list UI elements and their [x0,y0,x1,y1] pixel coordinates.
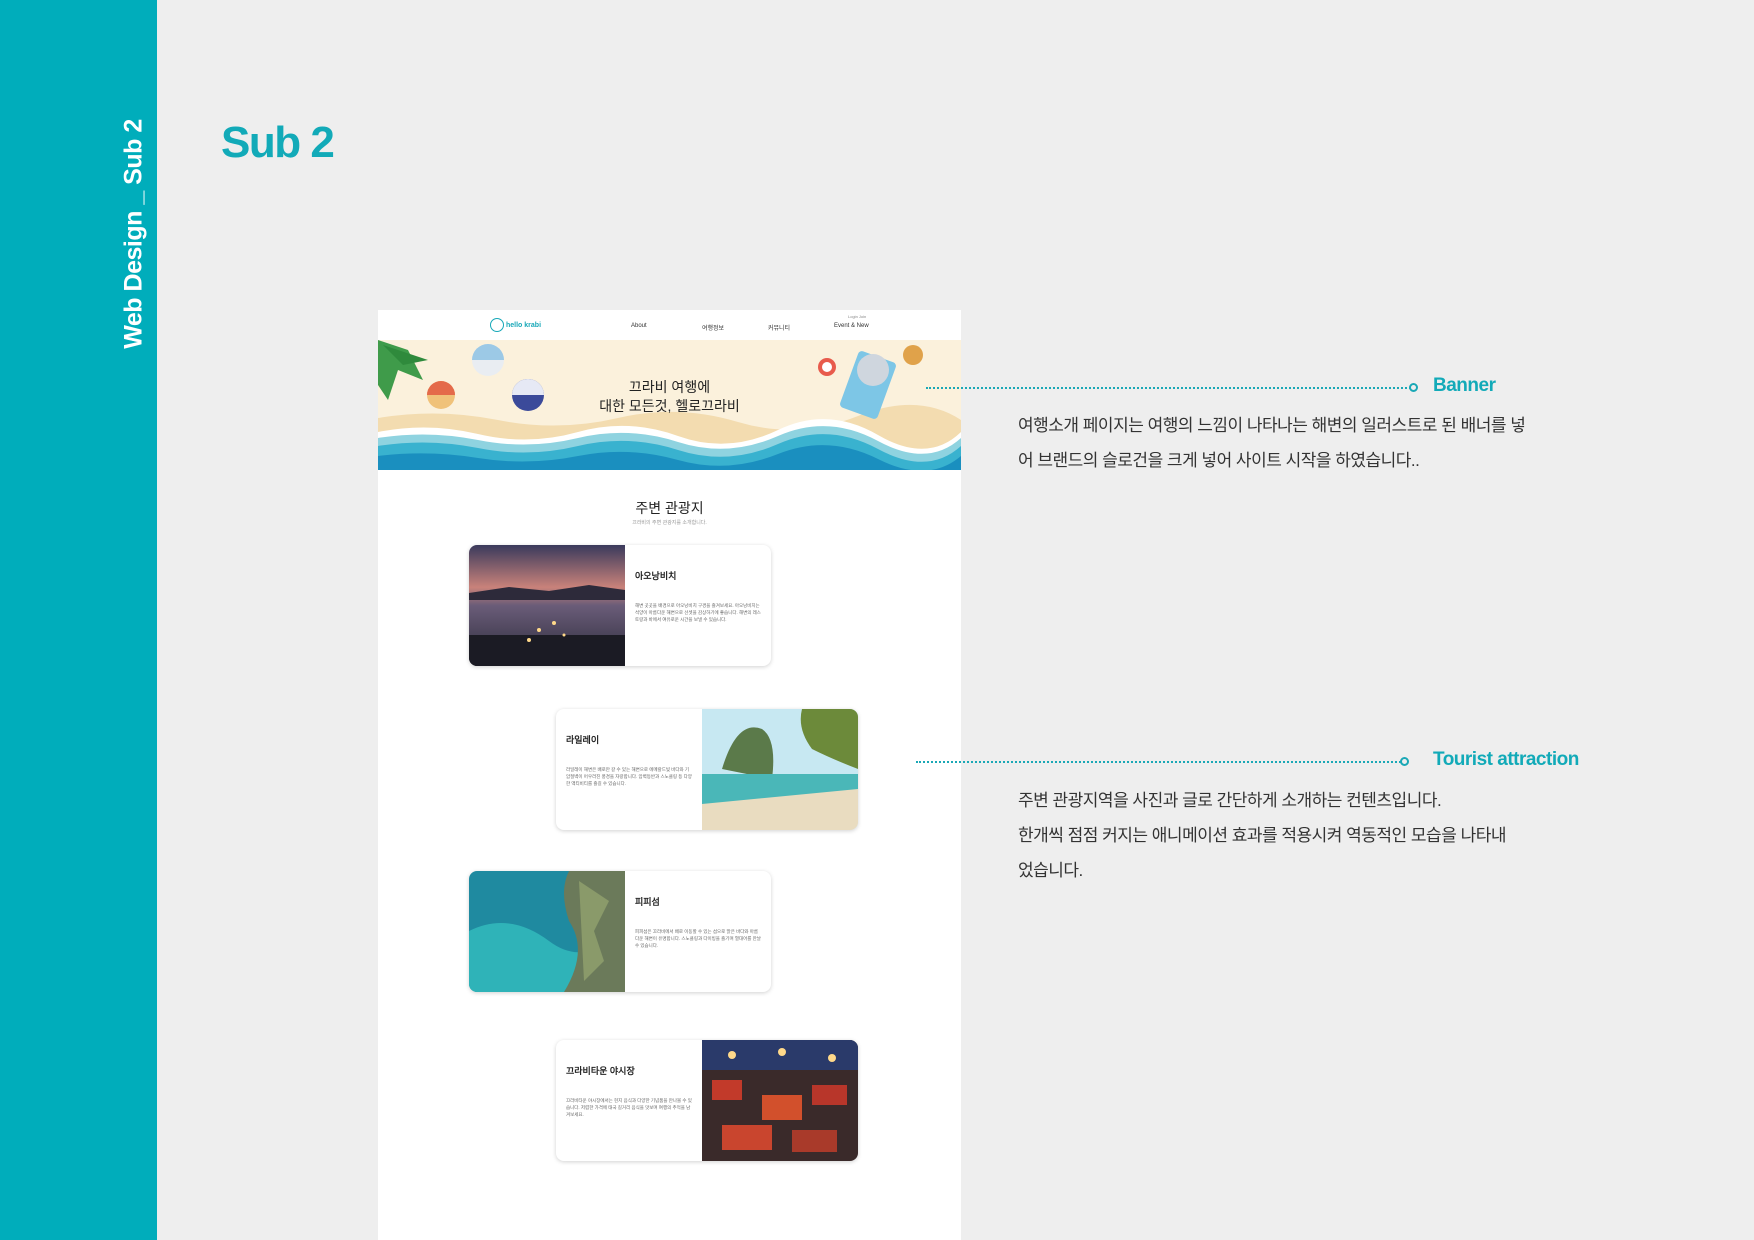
nav-item-about[interactable]: About [631,323,647,329]
attraction-card-night-market[interactable]: 끄라비타운 야시장 끄라비타운 야시장에서는 현지 음식과 다양한 기념품을 만… [556,1040,858,1161]
sidebar-title: Web Design _ Sub 2 [119,119,148,349]
banner-slogan: 끄라비 여행에 대한 모든것, 헬로끄라비 [378,378,961,416]
attraction-card-railay[interactable]: 라일레이 라일레이 해변은 배로만 갈 수 있는 해변으로 에메랄드빛 바다와 … [556,709,858,830]
phiphi-island-photo [469,871,625,992]
attractions-subtitle: 끄라비의 주변 관광지를 소개합니다. [632,520,707,526]
card-description: 라일레이 해변은 배로만 갈 수 있는 해변으로 에메랄드빛 바다와 기암절벽이… [566,767,692,786]
login-join-link[interactable]: Login Join [848,314,866,319]
tourist-annotation-line: 주변 관광지역을 사진과 글로 간단하게 소개하는 컨텐츠입니다. [1018,791,1442,810]
attraction-card-phiphi[interactable]: 피피섬 피피섬은 끄라비에서 배로 이동할 수 있는 섬으로 맑은 바다와 아름… [469,871,771,992]
banner-annotation-line: 여행소개 페이지는 여행의 느낌이 나타나는 해변의 일러스트로 된 배너를 넣 [1018,416,1526,435]
aonang-text: 아오낭비치 해변 곳곳을 배경으로 아오낭비치 구경을 즐겨보세요. 아오낭비치… [625,545,771,666]
tourist-annotation-label: Tourist attraction [1433,749,1579,770]
railay-beach-photo [702,709,858,830]
card-title: 끄라비타운 야시장 [566,1066,635,1076]
banner-leader-dot [1409,383,1418,392]
tourist-annotation-line: 한개씩 점점 커지는 애니메이션 효과를 적용시켜 역동적인 모습을 나타내 [1018,826,1506,845]
attractions-title: 주변 관광지 [635,500,704,516]
night-market-photo [702,1040,858,1161]
tourist-leader-line [916,761,1404,763]
aonang-beach-photo [469,545,625,666]
card-description: 끄라비타운 야시장에서는 현지 음식과 다양한 기념품을 만나볼 수 있습니다.… [566,1098,692,1117]
banner-annotation-text: 여행소개 페이지는 여행의 느낌이 나타나는 해변의 일러스트로 된 배너를 넣… [1018,408,1578,478]
night-market-text: 끄라비타운 야시장 끄라비타운 야시장에서는 현지 음식과 다양한 기념품을 만… [556,1040,702,1161]
nav-item-community[interactable]: 커뮤니티 [768,323,790,332]
logo-icon [490,318,504,332]
mockup-nav-bar: hello krabi About 여행정보 커뮤니티 Event & New … [378,310,961,340]
phiphi-text: 피피섬 피피섬은 끄라비에서 배로 이동할 수 있는 섬으로 맑은 바다와 아름… [625,871,771,992]
mockup-banner: 끄라비 여행에 대한 모든것, 헬로끄라비 [378,340,961,470]
website-mockup: hello krabi About 여행정보 커뮤니티 Event & New … [378,310,961,1240]
page-title: Sub 2 [221,118,335,167]
attraction-card-aonang[interactable]: 아오낭비치 해변 곳곳을 배경으로 아오낭비치 구경을 즐겨보세요. 아오낭비치… [469,545,771,666]
tourist-leader-dot [1400,757,1409,766]
card-description: 피피섬은 끄라비에서 배로 이동할 수 있는 섬으로 맑은 바다와 아름다운 해… [635,929,761,948]
banner-slogan-line1: 끄라비 여행에 [628,379,711,395]
card-title: 피피섬 [635,897,660,907]
logo-text: hello krabi [506,321,542,329]
sidebar-band: Web Design _ Sub 2 [0,0,157,1240]
nav-item-travel-info[interactable]: 여행정보 [702,323,724,332]
banner-leader-line [926,387,1411,389]
banner-slogan-line2: 대한 모든것, 헬로끄라비 [599,398,740,414]
card-title: 아오낭비치 [635,571,677,581]
railay-text: 라일레이 라일레이 해변은 배로만 갈 수 있는 해변으로 에메랄드빛 바다와 … [556,709,702,830]
banner-annotation-line: 어 브랜드의 슬로건을 크게 넣어 사이트 시작을 하였습니다.. [1018,451,1420,470]
tourist-annotation-text: 주변 관광지역을 사진과 글로 간단하게 소개하는 컨텐츠입니다. 한개씩 점점… [1018,783,1578,888]
banner-annotation-label: Banner [1433,375,1496,396]
nav-item-event[interactable]: Event & New [834,323,869,329]
mockup-logo[interactable]: hello krabi [490,318,541,332]
card-description: 해변 곳곳을 배경으로 아오낭비치 구경을 즐겨보세요. 아오낭비치는 석양이 … [635,603,761,622]
card-title: 라일레이 [566,735,600,745]
tourist-annotation-line: 었습니다. [1018,861,1083,880]
